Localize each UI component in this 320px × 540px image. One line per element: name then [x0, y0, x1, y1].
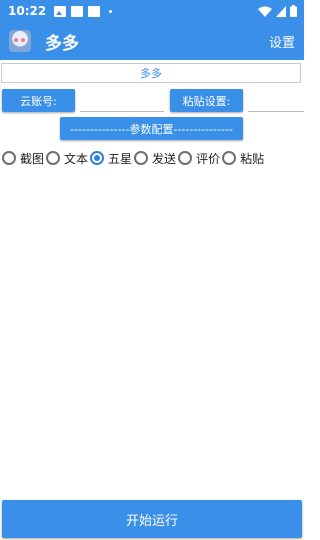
- wifi-icon: [258, 6, 272, 17]
- app-title: 多多: [45, 33, 79, 54]
- notification-dot-icon: [109, 9, 113, 13]
- radio-circle-checked-icon[interactable]: [90, 151, 105, 165]
- radio-label: 评价: [196, 151, 221, 166]
- radio-label: 粘贴: [240, 151, 265, 166]
- cloud-account-button[interactable]: 云账号:: [2, 89, 75, 112]
- image-notification-icon: [54, 5, 67, 17]
- option-radio-group: 截图 文本 五星 发送 评价 粘贴: [0, 146, 304, 170]
- radio-five-star[interactable]: 五星: [90, 150, 132, 167]
- radio-send[interactable]: 发送: [134, 150, 176, 167]
- paste-settings-input[interactable]: [248, 89, 304, 112]
- radio-circle-icon[interactable]: [134, 151, 149, 165]
- radio-paste[interactable]: 粘贴: [222, 150, 264, 167]
- radio-review[interactable]: 评价: [178, 150, 220, 167]
- notification-icons: [54, 5, 113, 17]
- radio-circle-icon[interactable]: [178, 151, 193, 165]
- notification-square-icon: [71, 5, 84, 17]
- radio-label: 发送: [152, 151, 177, 166]
- status-time: 10:22: [8, 4, 47, 18]
- settings-button[interactable]: 设置: [269, 32, 295, 51]
- app-bar: 多多 设置: [0, 22, 304, 60]
- paste-settings-button[interactable]: 粘贴设置:: [170, 89, 243, 112]
- radio-label: 截图: [20, 151, 45, 166]
- signal-icon: [276, 5, 286, 17]
- radio-screenshot[interactable]: 截图: [2, 150, 44, 167]
- start-run-button[interactable]: 开始运行: [2, 500, 302, 538]
- radio-circle-icon[interactable]: [46, 151, 61, 165]
- status-bar: 10:22: [0, 0, 304, 22]
- radio-circle-icon[interactable]: [2, 151, 16, 165]
- battery-icon: [290, 5, 297, 17]
- radio-circle-icon[interactable]: [222, 151, 237, 165]
- cloud-account-input[interactable]: [80, 89, 164, 112]
- radio-label: 文本: [64, 151, 89, 166]
- title-field[interactable]: 多多: [1, 63, 301, 83]
- parameter-config-button[interactable]: ---------------参数配置---------------: [60, 117, 243, 140]
- system-icons: [258, 5, 297, 17]
- radio-text[interactable]: 文本: [46, 150, 88, 167]
- app-logo-icon: [9, 30, 31, 52]
- radio-label: 五星: [108, 151, 133, 166]
- notification-square-icon: [88, 5, 101, 17]
